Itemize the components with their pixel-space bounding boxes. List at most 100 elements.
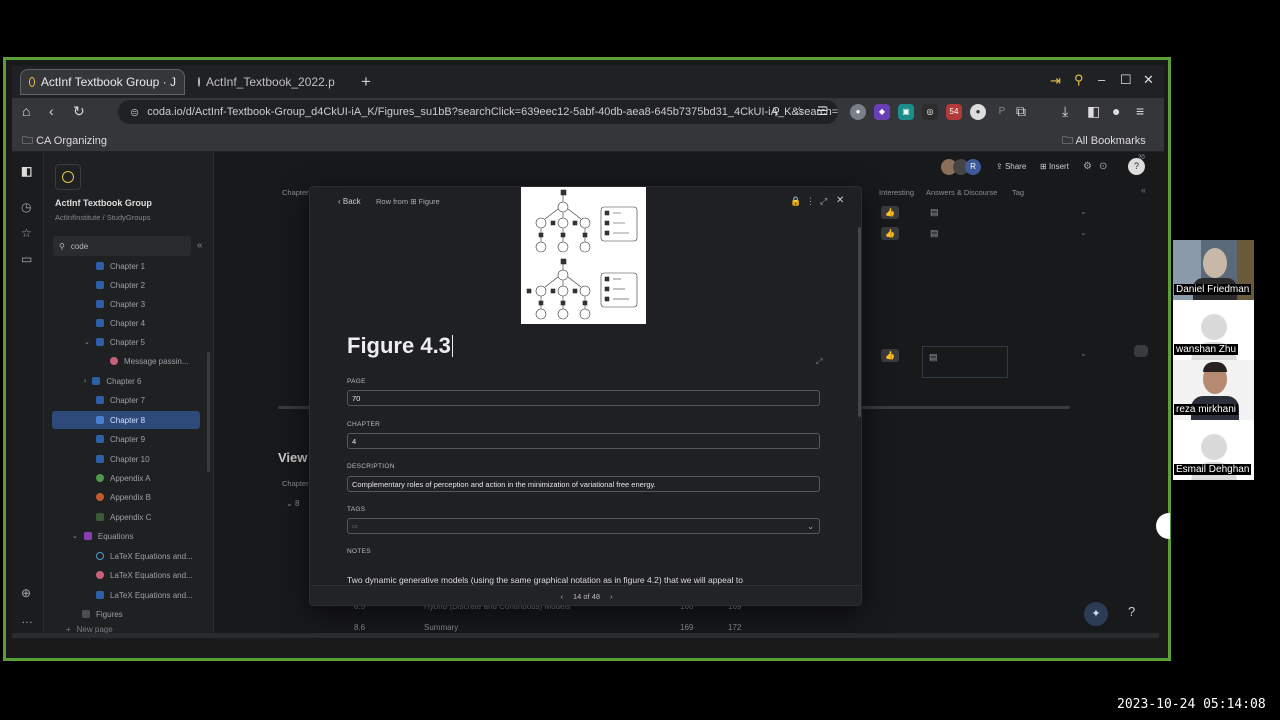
nav-chapter-8[interactable]: Chapter 8 xyxy=(52,411,200,429)
more-icon[interactable]: … xyxy=(21,612,33,626)
chevron-right-icon[interactable]: › xyxy=(84,378,86,385)
settings-gear-icon[interactable]: ⚙ xyxy=(1083,161,1092,172)
ai-assist-button[interactable]: ✦ xyxy=(1084,602,1108,626)
comment-icon[interactable]: ⊙ xyxy=(1099,161,1107,172)
nav-chapter-7[interactable]: Chapter 7 xyxy=(56,391,204,409)
extensions-puzzle-icon[interactable]: ⧉ xyxy=(1016,103,1026,120)
nav-chapter-3[interactable]: Chapter 3 xyxy=(56,295,204,313)
reload-icon[interactable]: ↻ xyxy=(73,103,85,120)
resize-icon[interactable]: ⤢ xyxy=(816,357,822,367)
nav-chapter-9[interactable]: Chapter 9 xyxy=(56,430,204,448)
profile-switch-icon[interactable]: ⇥ xyxy=(1050,73,1061,89)
menu-icon[interactable]: ≡ xyxy=(1136,103,1144,119)
nav-appendix-a[interactable]: Appendix A xyxy=(56,469,204,487)
chevron-down-icon[interactable]: ⌄ xyxy=(72,532,78,540)
sidebar-scrollbar[interactable] xyxy=(207,352,210,472)
thumbs-up-icon[interactable]: 👍 xyxy=(881,206,899,219)
download-icon[interactable]: ⤓ xyxy=(1062,103,1068,120)
coda-logo-icon[interactable]: ◧ xyxy=(21,164,32,178)
folder-icon[interactable]: ▭ xyxy=(21,252,32,266)
search-tabs-icon[interactable]: ⚲ xyxy=(1074,72,1084,88)
extension-2-icon[interactable]: ◆ xyxy=(874,104,890,120)
nav-chapter-6[interactable]: › Chapter 6 xyxy=(56,372,204,390)
comment-box-icon[interactable]: ▤ xyxy=(930,207,939,218)
thumbs-up-icon[interactable]: 👍 xyxy=(881,349,899,362)
comment-box-icon[interactable]: ▤ xyxy=(930,228,939,239)
lock-icon[interactable]: 🔒 xyxy=(790,196,801,207)
chapter-field[interactable]: 4 xyxy=(347,433,820,449)
figure-image[interactable] xyxy=(521,187,646,324)
add-icon[interactable]: ⊕ xyxy=(21,586,31,600)
maximize-button[interactable]: ☐ xyxy=(1120,72,1132,88)
column-header-chapter[interactable]: Chapter xyxy=(282,479,309,488)
close-modal-icon[interactable]: ✕ xyxy=(836,195,844,206)
insert-button[interactable]: ⊞ Insert xyxy=(1040,162,1069,171)
nav-chapter-5[interactable]: ⌄ Chapter 5 xyxy=(56,333,204,351)
nav-latex-equations-3[interactable]: LaTeX Equations and... xyxy=(56,586,204,604)
column-header-interesting[interactable]: Interesting xyxy=(879,188,914,197)
workspace-path[interactable]: ActInfInstitute / StudyGroups xyxy=(55,213,150,222)
page-field[interactable]: 70 xyxy=(347,390,820,406)
nav-chapter-2[interactable]: Chapter 2 xyxy=(56,276,204,294)
expand-icon[interactable]: ⤢ xyxy=(820,196,827,207)
nav-chapter-10[interactable]: Chapter 10 xyxy=(56,450,204,468)
recent-icon[interactable]: ◷ xyxy=(21,200,31,214)
nav-equations[interactable]: ⌄ Equations xyxy=(56,527,204,545)
workspace-name[interactable]: ActInf Textbook Group xyxy=(55,198,152,208)
zoom-icon[interactable]: ⚲ xyxy=(772,105,780,118)
starred-icon[interactable]: ☆ xyxy=(21,226,32,240)
extension-5-icon[interactable]: ● xyxy=(970,104,986,120)
home-icon[interactable]: ⌂ xyxy=(22,103,30,119)
nav-latex-equations-2[interactable]: LaTeX Equations and... xyxy=(56,566,204,584)
extension-3-icon[interactable]: ▣ xyxy=(898,104,914,120)
nav-appendix-b[interactable]: Appendix B xyxy=(56,488,204,506)
address-bar[interactable]: ⊜ coda.io/d/ActInf-Textbook-Group_d4CkUI… xyxy=(118,100,838,124)
figure-title[interactable]: Figure 4.3 xyxy=(347,333,453,359)
page-horizontal-scrollbar[interactable] xyxy=(12,633,1159,638)
close-window-button[interactable]: ✕ xyxy=(1143,72,1154,88)
bookmark-star-icon[interactable]: ☆ xyxy=(794,104,805,118)
nav-appendix-c[interactable]: Appendix C xyxy=(56,508,204,526)
tags-select[interactable]: ▭ ⌄ xyxy=(347,518,820,534)
nav-latex-equations-1[interactable]: LaTeX Equations and... xyxy=(56,547,204,565)
next-row-icon[interactable]: › xyxy=(610,592,613,601)
page-search-input[interactable]: ⚲ code xyxy=(53,236,191,256)
all-bookmarks-button[interactable]: 🗀 All Bookmarks xyxy=(1062,132,1146,151)
bookmark-ca-organizing[interactable]: 🗀 CA Organizing xyxy=(22,132,107,151)
comment-bubble-icon[interactable] xyxy=(1134,345,1148,357)
group-chevron-icon[interactable]: ⌄ 8 xyxy=(286,499,299,508)
chevron-down-icon[interactable]: ⌄ xyxy=(1080,349,1087,358)
chevron-down-icon[interactable]: ⌄ xyxy=(1080,228,1087,237)
share-button[interactable]: ⇪ Share xyxy=(996,162,1026,171)
extension-6-icon[interactable]: P xyxy=(994,104,1010,120)
back-button[interactable]: ‹ Back xyxy=(338,197,361,206)
new-tab-button[interactable]: + xyxy=(361,72,371,92)
minimize-button[interactable]: – xyxy=(1098,72,1105,87)
back-icon[interactable]: ‹ xyxy=(49,103,54,119)
answers-cell[interactable]: ▤ xyxy=(922,346,1008,378)
thumbs-up-icon[interactable]: 👍 xyxy=(881,227,899,240)
description-field[interactable]: Complementary roles of perception and ac… xyxy=(347,476,820,492)
nav-chapter-4[interactable]: Chapter 4 xyxy=(56,314,204,332)
more-options-icon[interactable]: ⋮ xyxy=(806,196,815,207)
nav-message-passing[interactable]: Message passin... xyxy=(56,352,204,370)
previous-row-icon[interactable]: ‹ xyxy=(560,592,563,601)
tab-actinf-textbook-pdf[interactable]: ActInf_Textbook_2022.p xyxy=(190,69,340,95)
collaborator-avatar[interactable]: R xyxy=(965,159,981,175)
column-header-answers[interactable]: Answers & Discourse xyxy=(926,188,997,197)
profile-icon[interactable]: ● xyxy=(1112,103,1120,119)
notes-text[interactable]: Two dynamic generative models (using the… xyxy=(347,575,743,585)
modal-scrollbar[interactable] xyxy=(858,227,861,417)
collapse-sidebar-icon[interactable]: « xyxy=(197,240,203,251)
nav-chapter-1[interactable]: Chapter 1 xyxy=(56,257,204,275)
tab-actinf-textbook-group[interactable]: ActInf Textbook Group · J xyxy=(20,69,185,95)
reading-panel-icon[interactable]: ◧ xyxy=(1087,103,1100,120)
extension-1-icon[interactable]: ● xyxy=(850,104,866,120)
column-header-tag[interactable]: Tag xyxy=(1012,188,1024,197)
column-header-chapter[interactable]: Chapter xyxy=(282,188,309,197)
chevron-down-icon[interactable]: ⌄ xyxy=(1080,207,1087,216)
side-panel-icon[interactable]: ☰ xyxy=(817,104,828,118)
chevron-down-icon[interactable]: ⌄ xyxy=(84,338,90,346)
help-button[interactable]: ? xyxy=(1128,604,1135,619)
extension-calendar-icon[interactable]: 54 xyxy=(946,104,962,120)
